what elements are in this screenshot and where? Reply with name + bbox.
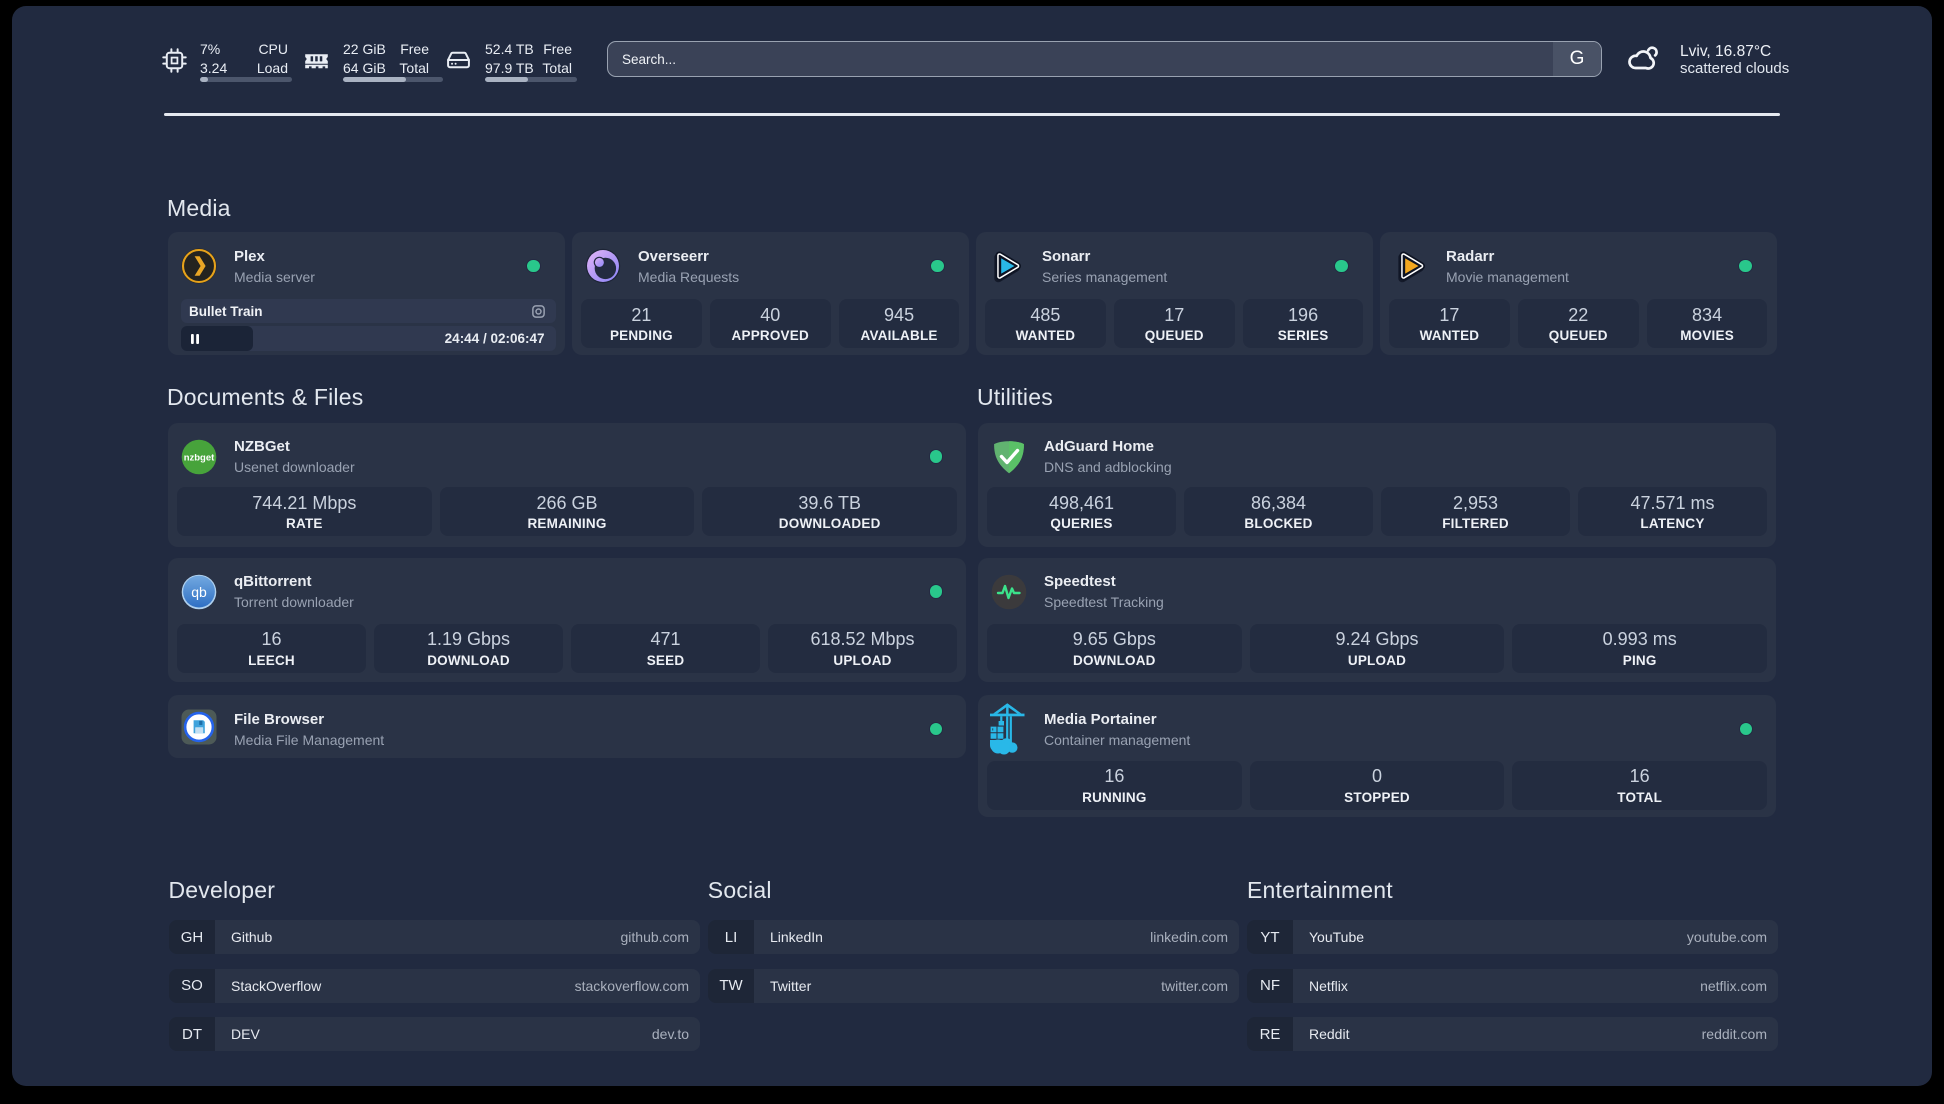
svg-text:qb: qb — [191, 583, 207, 599]
svg-text:nzbget: nzbget — [184, 452, 215, 463]
